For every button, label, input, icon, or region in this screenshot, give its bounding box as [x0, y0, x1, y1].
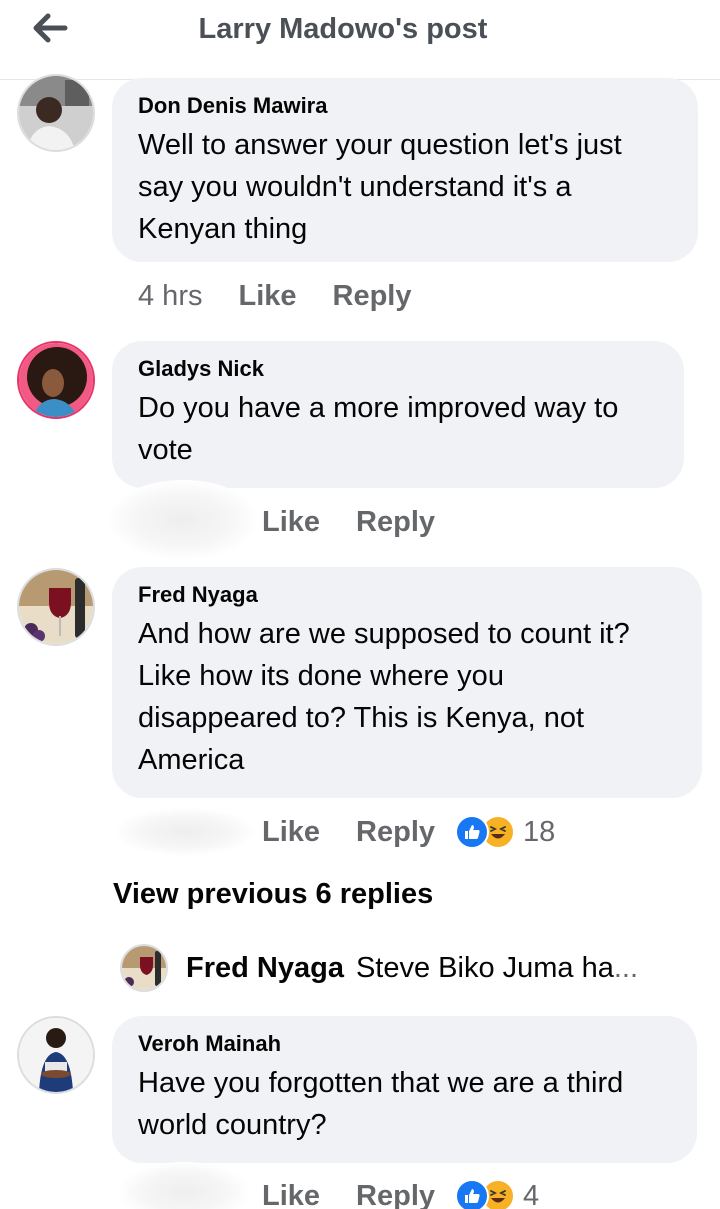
avatar: [120, 944, 168, 992]
reply-button[interactable]: Reply: [356, 506, 435, 539]
like-reaction-icon: [455, 1179, 490, 1209]
avatar[interactable]: [17, 568, 95, 646]
comment-bubble: Don Denis Mawira Well to answer your que…: [112, 78, 698, 262]
reply-button[interactable]: Reply: [356, 1180, 435, 1209]
comment-line: Well to answer your question let's just: [138, 129, 622, 161]
comment-timestamp[interactable]: 4 hrs: [138, 280, 202, 313]
comment-line: vote: [138, 434, 193, 466]
reaction-count: 4: [523, 1179, 540, 1209]
comment-line: Kenyan thing: [138, 213, 308, 245]
page-title: Larry Madowo's post: [198, 13, 488, 45]
redacted-timestamp: [118, 1162, 250, 1209]
comment-text: Do you have a more improved way to vote: [138, 387, 658, 471]
reply-snippet-text: Steve Biko Juma ha: [355, 951, 614, 984]
comment-author[interactable]: Veroh Mainah: [138, 1030, 671, 1058]
comment-line: America: [138, 744, 245, 776]
reaction-summary[interactable]: 18: [455, 815, 555, 849]
reply-snippet: Steve Biko Juma ha...: [356, 952, 638, 985]
comment-author[interactable]: Fred Nyaga: [138, 581, 676, 609]
like-button[interactable]: Like: [262, 506, 320, 539]
avatar-photo: [19, 1018, 93, 1092]
comment-line: Have you forgotten that we are a third: [138, 1067, 624, 1099]
redacted-timestamp: [115, 808, 255, 856]
redacted-timestamp: [108, 480, 258, 560]
like-button[interactable]: Like: [238, 280, 296, 313]
comment-bubble: Veroh Mainah Have you forgotten that we …: [112, 1016, 697, 1163]
comment-text: Have you forgotten that we are a third w…: [138, 1062, 671, 1146]
reaction-count: 18: [523, 815, 556, 848]
comment-bubble: Fred Nyaga And how are we supposed to co…: [112, 567, 702, 798]
avatar-photo: [19, 343, 93, 417]
comment-author[interactable]: Gladys Nick: [138, 355, 658, 383]
reply-button[interactable]: Reply: [333, 280, 412, 313]
avatar-photo: [122, 946, 166, 990]
comment-author[interactable]: Don Denis Mawira: [138, 92, 672, 120]
comment-text: And how are we supposed to count it? Lik…: [138, 613, 676, 781]
reply-preview[interactable]: Fred Nyaga Steve Biko Juma ha...: [120, 940, 700, 996]
top-bar: Larry Madowo's post: [0, 0, 720, 80]
avatar-photo: [19, 76, 93, 150]
avatar[interactable]: [17, 74, 95, 152]
like-reaction-icon: [455, 815, 490, 849]
like-button[interactable]: Like: [262, 816, 320, 849]
reaction-summary[interactable]: 4: [455, 1179, 539, 1209]
reply-author: Fred Nyaga: [186, 951, 344, 984]
comment-bubble: Gladys Nick Do you have a more improved …: [112, 341, 684, 488]
comment-line: Do you have a more improved way to: [138, 392, 619, 424]
comment-line: Like how its done where you: [138, 660, 504, 692]
comment-actions: Like Reply: [262, 502, 471, 542]
comment-line: say you wouldn't understand it's a: [138, 171, 572, 203]
comment-actions: Like Reply 18: [262, 812, 555, 852]
view-previous-replies-link[interactable]: View previous 6 replies: [113, 878, 433, 911]
avatar[interactable]: [17, 1016, 95, 1094]
like-button[interactable]: Like: [262, 1180, 320, 1209]
comment-actions: Like Reply 4: [262, 1176, 539, 1209]
reply-button[interactable]: Reply: [356, 816, 435, 849]
avatar-photo: [19, 570, 93, 644]
comment-line: disappeared to? This is Kenya, not: [138, 702, 585, 734]
comment-line: world country?: [138, 1109, 327, 1141]
comment-line: And how are we supposed to count it?: [138, 618, 630, 650]
reply-snippet-ellipsis: ...: [613, 951, 639, 984]
comment-actions: 4 hrs Like Reply: [138, 276, 448, 316]
avatar[interactable]: [17, 341, 95, 419]
comment-text: Well to answer your question let's just …: [138, 124, 672, 250]
